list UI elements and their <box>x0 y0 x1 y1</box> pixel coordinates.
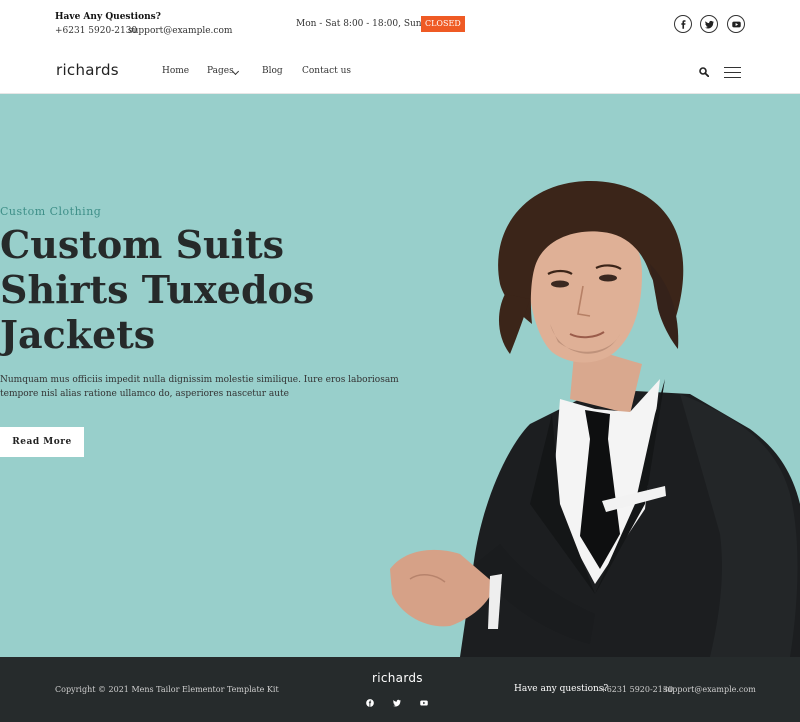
hero-section: Custom Clothing Custom Suits Shirts Tuxe… <box>0 94 800 657</box>
headline-line-3: Jackets <box>0 312 156 357</box>
site-footer: Copyright © 2021 Mens Tailor Elementor T… <box>0 657 800 722</box>
nav-item-blog[interactable]: Blog <box>262 66 283 76</box>
nav-item-contact-us[interactable]: Contact us <box>302 66 351 76</box>
headline-line-1: Custom Suits <box>0 222 285 267</box>
hero-eyebrow: Custom Clothing <box>0 205 102 218</box>
hero-model-image <box>390 181 800 657</box>
facebook-icon[interactable] <box>674 15 692 33</box>
top-bar: Have Any Questions? +6231 5920-2130 supp… <box>0 0 800 50</box>
youtube-icon[interactable] <box>727 15 745 33</box>
footer-logo[interactable]: richards <box>372 671 423 685</box>
site-logo[interactable]: richards <box>56 61 119 79</box>
hamburger-menu-icon[interactable] <box>724 67 741 78</box>
footer-question: Have any questions? <box>514 684 609 694</box>
twitter-icon[interactable] <box>393 692 403 707</box>
footer-copyright: Copyright © 2021 Mens Tailor Elementor T… <box>55 685 279 694</box>
headline-line-2: Shirts Tuxedos <box>0 267 315 312</box>
nav-item-home[interactable]: Home <box>162 66 189 76</box>
search-icon[interactable] <box>699 67 709 77</box>
facebook-icon[interactable] <box>366 692 376 707</box>
twitter-icon[interactable] <box>700 15 718 33</box>
contact-phone[interactable]: +6231 5920-2130 <box>55 26 137 36</box>
contact-question: Have Any Questions? <box>55 12 161 22</box>
read-more-button[interactable]: Read More <box>0 427 84 457</box>
hero-headline: Custom Suits Shirts Tuxedos Jackets <box>0 222 440 357</box>
youtube-icon[interactable] <box>420 692 430 706</box>
contact-email[interactable]: support@example.com <box>128 26 232 36</box>
opening-hours: Mon - Sat 8:00 - 18:00, Sunday <box>296 19 438 29</box>
hero-description: Numquam mus officiis impedit nulla digni… <box>0 375 399 399</box>
closed-badge: CLOSED <box>421 16 465 32</box>
nav-item-pages[interactable]: Pages <box>207 66 234 76</box>
footer-email[interactable]: support@example.com <box>663 685 756 694</box>
main-navigation: richards Home Pages Blog Contact us <box>0 50 800 94</box>
